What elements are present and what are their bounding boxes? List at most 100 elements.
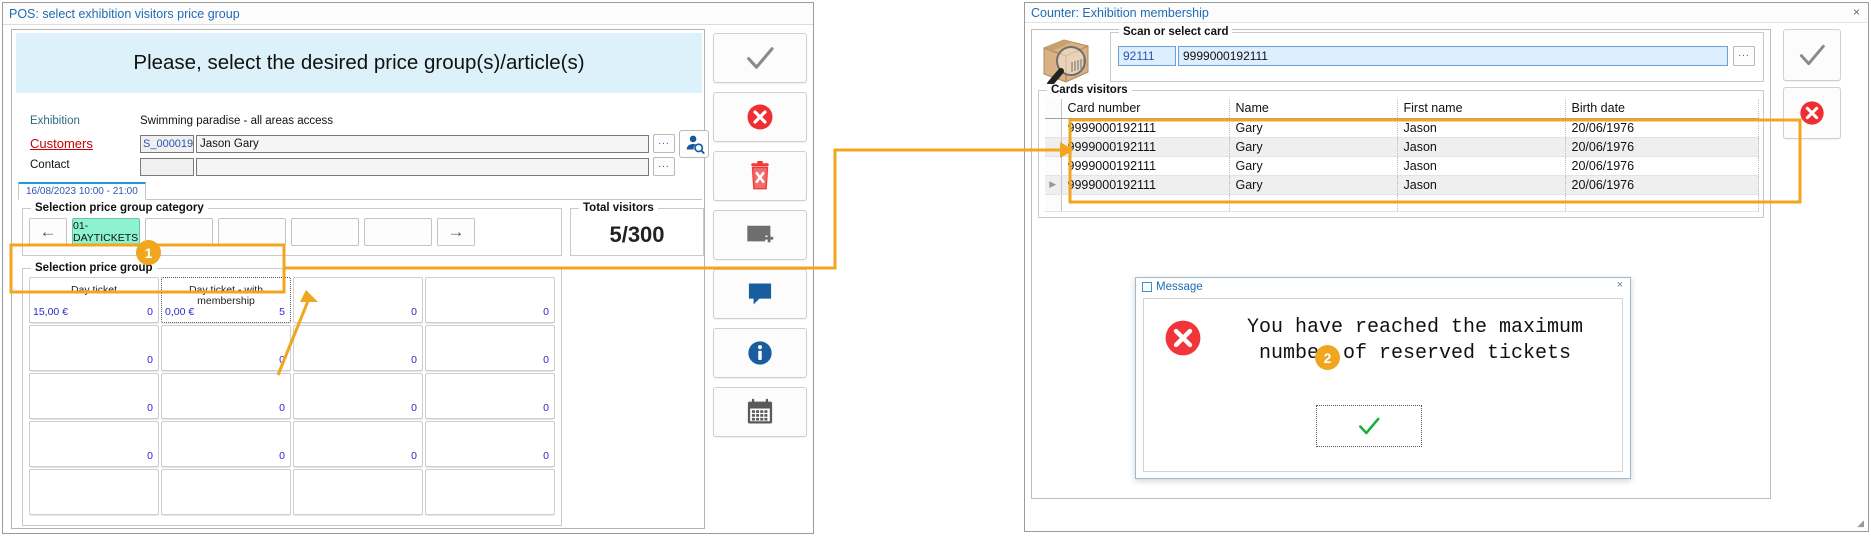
customer-search-button[interactable] bbox=[679, 130, 709, 158]
price-group-tile-8[interactable]: 0 bbox=[29, 373, 159, 419]
counter-close-button[interactable]: × bbox=[1853, 5, 1860, 19]
price-group-tile-17[interactable] bbox=[161, 469, 291, 515]
pos-comment-button[interactable] bbox=[713, 269, 807, 319]
price-group-tile-qty: 0 bbox=[543, 354, 549, 366]
column-header-1[interactable]: Name bbox=[1229, 99, 1397, 118]
category-button-4[interactable] bbox=[364, 218, 432, 246]
price-group-tile-14[interactable]: 0 bbox=[293, 421, 423, 467]
pos-info-button[interactable] bbox=[713, 328, 807, 378]
row-marker[interactable]: ▶ bbox=[1045, 175, 1061, 194]
price-group-group: Selection price group Day ticket15,00 €0… bbox=[22, 268, 562, 526]
person-search-icon bbox=[683, 133, 705, 155]
pos-cancel-button[interactable] bbox=[713, 92, 807, 142]
category-prev-button[interactable]: ← bbox=[29, 218, 67, 246]
cell-card-number: 9999000192111 bbox=[1061, 118, 1229, 137]
price-group-tile-7[interactable]: 0 bbox=[425, 325, 555, 371]
cell-birth-date: 20/06/1976 bbox=[1565, 118, 1759, 137]
price-group-tile-16[interactable] bbox=[29, 469, 159, 515]
empty-cell bbox=[1061, 194, 1229, 211]
scan-short-code-input[interactable]: 92111 bbox=[1118, 46, 1176, 66]
price-group-tile-3[interactable]: 0 bbox=[425, 277, 555, 323]
empty-cell bbox=[1229, 194, 1397, 211]
table-row[interactable]: ▶9999000192111GaryJason20/06/1976 bbox=[1045, 175, 1759, 194]
price-group-tile-2[interactable]: 0 bbox=[293, 277, 423, 323]
message-close-button[interactable]: × bbox=[1617, 279, 1623, 291]
contact-label: Contact bbox=[30, 159, 70, 171]
price-group-tile-qty: 0 bbox=[147, 306, 153, 318]
price-group-tile-qty: 0 bbox=[411, 402, 417, 414]
price-group-tile-qty: 0 bbox=[543, 450, 549, 462]
cell-card-number: 9999000192111 bbox=[1061, 175, 1229, 194]
table-empty-row[interactable] bbox=[1045, 194, 1759, 211]
category-button-3[interactable] bbox=[291, 218, 359, 246]
resize-grip[interactable]: ◢ bbox=[1857, 518, 1864, 529]
row-marker[interactable] bbox=[1045, 137, 1061, 156]
cards-visitors-group: Cards visitors Card numberNameFirst name… bbox=[1038, 90, 1764, 218]
price-group-tile-15[interactable]: 0 bbox=[425, 421, 555, 467]
contact-code-input[interactable] bbox=[140, 158, 194, 176]
category-button-0[interactable]: 01-DAYTICKETS bbox=[72, 218, 140, 246]
instruction-banner: Please, select the desired price group(s… bbox=[16, 33, 702, 93]
column-header-2[interactable]: First name bbox=[1397, 99, 1565, 118]
price-group-category-group: Selection price group category ← 01-DAYT… bbox=[22, 208, 562, 256]
counter-confirm-button[interactable] bbox=[1783, 29, 1841, 81]
cell-card-number: 9999000192111 bbox=[1061, 137, 1229, 156]
contact-name-input[interactable] bbox=[196, 158, 649, 176]
customers-label[interactable]: Customers bbox=[30, 136, 93, 151]
contact-browse-button[interactable]: ... bbox=[653, 157, 675, 176]
cell-name: Gary bbox=[1229, 137, 1397, 156]
cell-birth-date: 20/06/1976 bbox=[1565, 175, 1759, 194]
date-tabstrip: 16/08/2023 10:00 - 21:00 bbox=[18, 182, 702, 200]
price-group-tile-qty: 0 bbox=[411, 354, 417, 366]
pos-add-article-button[interactable] bbox=[713, 210, 807, 260]
price-group-tile-10[interactable]: 0 bbox=[293, 373, 423, 419]
row-selector-header bbox=[1045, 99, 1061, 118]
price-group-tile-qty: 0 bbox=[147, 354, 153, 366]
category-next-button[interactable]: → bbox=[437, 218, 475, 246]
table-row[interactable]: 9999000192111GaryJason20/06/1976 bbox=[1045, 137, 1759, 156]
price-group-tile-0[interactable]: Day ticket15,00 €0 bbox=[29, 277, 159, 323]
price-group-tile-19[interactable] bbox=[425, 469, 555, 515]
price-group-tile-13[interactable]: 0 bbox=[161, 421, 291, 467]
check-icon bbox=[1796, 39, 1828, 71]
row-marker[interactable] bbox=[1045, 156, 1061, 175]
pos-confirm-button[interactable] bbox=[713, 33, 807, 83]
price-group-tile-5[interactable]: 0 bbox=[161, 325, 291, 371]
message-line-1: You have reached the maximum bbox=[1222, 315, 1608, 341]
price-group-tile-1[interactable]: Day ticket - with membership0,00 €5 bbox=[161, 277, 291, 323]
price-group-tile-11[interactable]: 0 bbox=[425, 373, 555, 419]
counter-window-title: Counter: Exhibition membership bbox=[1031, 6, 1209, 20]
price-group-tile-4[interactable]: 0 bbox=[29, 325, 159, 371]
price-group-tile-18[interactable] bbox=[293, 469, 423, 515]
row-marker[interactable] bbox=[1045, 118, 1061, 137]
price-group-tile-qty: 0 bbox=[411, 306, 417, 318]
column-header-0[interactable]: Card number bbox=[1061, 99, 1229, 118]
exhibition-value: Swimming paradise - all areas access bbox=[140, 115, 333, 127]
table-row[interactable]: 9999000192111GaryJason20/06/1976 bbox=[1045, 156, 1759, 175]
price-group-tile-6[interactable]: 0 bbox=[293, 325, 423, 371]
price-group-tile-name: Day ticket bbox=[34, 285, 154, 296]
speech-bubble-icon bbox=[746, 281, 774, 307]
price-group-tile-12[interactable]: 0 bbox=[29, 421, 159, 467]
pos-delete-button[interactable] bbox=[713, 151, 807, 201]
message-titlebar: Message × bbox=[1136, 278, 1630, 296]
category-button-2[interactable] bbox=[218, 218, 286, 246]
tab-date-slot[interactable]: 16/08/2023 10:00 - 21:00 bbox=[18, 182, 146, 200]
pos-calendar-button[interactable] bbox=[713, 387, 807, 437]
customer-name-input[interactable]: Jason Gary bbox=[196, 135, 649, 153]
column-header-3[interactable]: Birth date bbox=[1565, 99, 1759, 118]
scan-card-code-input[interactable]: 9999000192111 bbox=[1178, 46, 1728, 66]
customer-code-input[interactable]: S_000019( bbox=[140, 135, 194, 153]
message-ok-button[interactable] bbox=[1316, 405, 1422, 447]
counter-cancel-button[interactable] bbox=[1783, 87, 1841, 139]
trash-x-icon bbox=[746, 161, 774, 191]
customer-browse-button[interactable]: ... bbox=[653, 134, 675, 153]
price-group-caption: Selection price group bbox=[31, 262, 157, 274]
cell-birth-date: 20/06/1976 bbox=[1565, 137, 1759, 156]
message-dialog: Message × You have reached the maximum n… bbox=[1135, 277, 1631, 479]
table-row[interactable]: 9999000192111GaryJason20/06/1976 bbox=[1045, 118, 1759, 137]
red-x-circle-icon bbox=[1798, 99, 1826, 127]
scan-browse-button[interactable]: ... bbox=[1733, 46, 1755, 66]
price-group-tile-9[interactable]: 0 bbox=[161, 373, 291, 419]
total-visitors-value: 5/300 bbox=[571, 222, 703, 248]
